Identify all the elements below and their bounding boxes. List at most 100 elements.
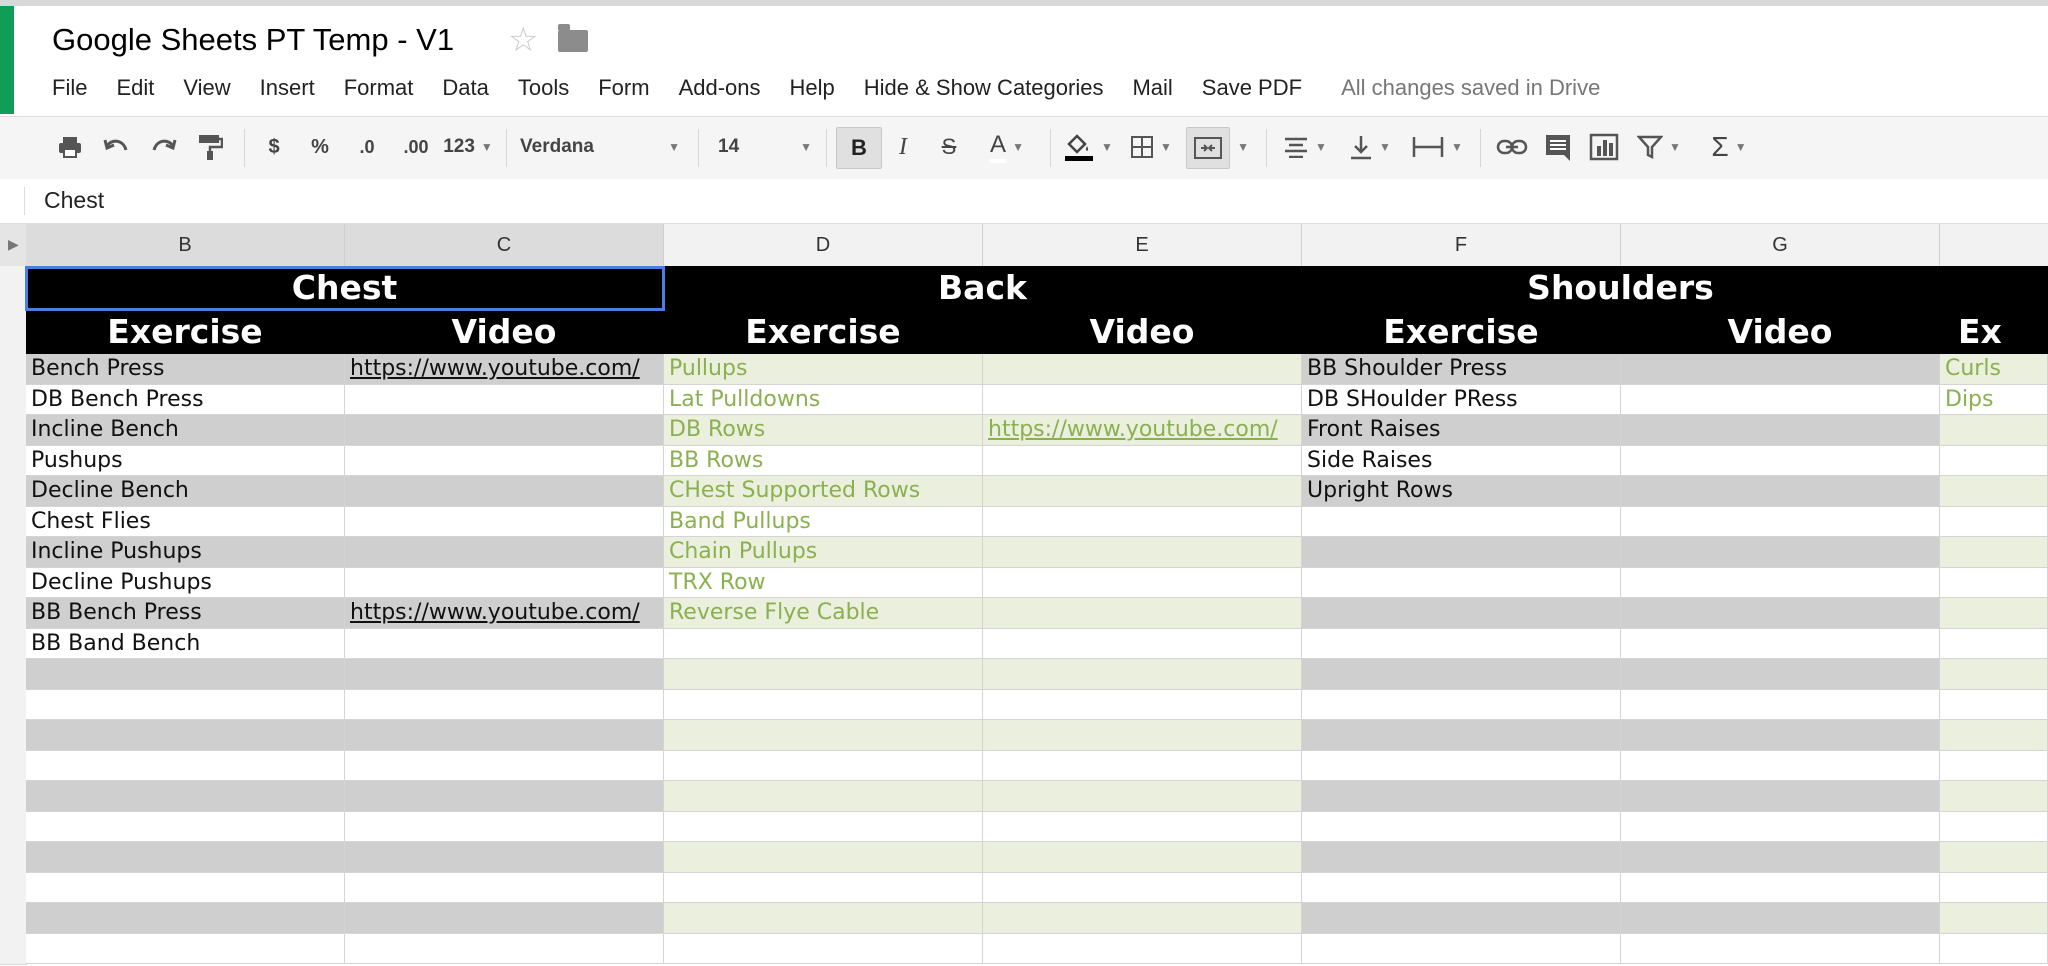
sheets-logo[interactable] <box>0 6 14 114</box>
chest-video-cell[interactable] <box>345 476 664 507</box>
shoulders-video-cell[interactable] <box>1621 933 1940 964</box>
shoulders-video-cell[interactable] <box>1621 659 1940 690</box>
group-header-partial[interactable] <box>1940 266 2048 310</box>
exercise-header[interactable]: Exercise <box>26 310 345 354</box>
partial-exercise-cell[interactable] <box>1940 598 2048 629</box>
chest-video-cell[interactable] <box>345 750 664 781</box>
shoulders-video-cell[interactable] <box>1621 598 1940 629</box>
print-icon[interactable] <box>52 127 88 167</box>
horizontal-align-button[interactable]: ▼ <box>1278 127 1332 167</box>
back-exercise-cell[interactable]: Chain Pullups <box>664 537 983 568</box>
row-header[interactable] <box>0 903 27 935</box>
shoulders-exercise-cell[interactable]: Upright Rows <box>1302 476 1621 507</box>
partial-exercise-cell[interactable] <box>1940 750 2048 781</box>
partial-exercise-cell[interactable] <box>1940 689 2048 720</box>
back-exercise-cell[interactable]: DB Rows <box>664 415 983 446</box>
menu-addons[interactable]: Add-ons <box>679 75 761 101</box>
back-video-cell[interactable] <box>983 933 1302 964</box>
chest-exercise-cell[interactable]: DB Bench Press <box>26 384 345 415</box>
row-header[interactable] <box>0 811 27 843</box>
partial-exercise-cell[interactable] <box>1940 842 2048 873</box>
row-header[interactable] <box>0 628 27 660</box>
menu-save-pdf[interactable]: Save PDF <box>1202 75 1302 101</box>
select-all-corner[interactable]: ▶ <box>0 224 27 266</box>
back-video-cell[interactable] <box>983 842 1302 873</box>
chest-video-cell[interactable] <box>345 659 664 690</box>
back-video-cell[interactable] <box>983 811 1302 842</box>
chest-video-cell[interactable] <box>345 842 664 873</box>
shoulders-video-cell[interactable] <box>1621 415 1940 446</box>
partial-exercise-cell[interactable]: Dips <box>1940 384 2048 415</box>
increase-decimal-button[interactable]: .00 <box>396 127 436 167</box>
row-header[interactable] <box>0 384 27 416</box>
decrease-decimal-button[interactable]: .0 <box>350 127 384 167</box>
text-wrapping-button[interactable]: ▼ <box>1408 127 1466 167</box>
shoulders-exercise-cell[interactable]: Front Raises <box>1302 415 1621 446</box>
back-exercise-cell[interactable]: TRX Row <box>664 567 983 598</box>
chest-exercise-cell[interactable]: Pushups <box>26 445 345 476</box>
chest-video-cell[interactable] <box>345 720 664 751</box>
chest-video-cell[interactable] <box>345 445 664 476</box>
video-header[interactable]: Video <box>1621 310 1940 354</box>
shoulders-video-cell[interactable] <box>1621 720 1940 751</box>
merge-options-dropdown[interactable]: ▼ <box>1232 127 1249 167</box>
chest-video-link[interactable]: https://www.youtube.com/ <box>345 598 664 629</box>
shoulders-exercise-cell[interactable] <box>1302 872 1621 903</box>
shoulders-exercise-cell[interactable] <box>1302 537 1621 568</box>
borders-button[interactable]: ▼ <box>1126 127 1176 167</box>
back-exercise-cell[interactable]: Pullups <box>664 354 983 385</box>
shoulders-video-cell[interactable] <box>1621 567 1940 598</box>
partial-exercise-cell[interactable] <box>1940 781 2048 812</box>
back-video-cell[interactable] <box>983 903 1302 934</box>
chest-exercise-cell[interactable] <box>26 903 345 934</box>
number-format-dropdown[interactable]: 123 ▼ <box>440 127 496 167</box>
group-header-back[interactable]: Back <box>664 266 1302 310</box>
text-color-button[interactable]: A ▼ <box>980 127 1034 167</box>
back-exercise-cell[interactable] <box>664 628 983 659</box>
merge-cells-button[interactable] <box>1186 127 1230 169</box>
document-title[interactable]: Google Sheets PT Temp - V1 <box>52 22 454 58</box>
back-video-cell[interactable] <box>983 659 1302 690</box>
font-family-dropdown[interactable]: Verdana ▼ <box>520 127 680 167</box>
vertical-align-button[interactable]: ▼ <box>1344 127 1396 167</box>
chest-exercise-cell[interactable] <box>26 872 345 903</box>
row-header[interactable] <box>0 933 27 965</box>
shoulders-exercise-cell[interactable] <box>1302 781 1621 812</box>
partial-exercise-cell[interactable] <box>1940 872 2048 903</box>
undo-icon[interactable] <box>98 127 134 167</box>
chest-video-cell[interactable] <box>345 537 664 568</box>
menu-edit[interactable]: Edit <box>116 75 154 101</box>
back-exercise-cell[interactable] <box>664 842 983 873</box>
shoulders-video-cell[interactable] <box>1621 506 1940 537</box>
row-header[interactable] <box>0 689 27 721</box>
chest-exercise-cell[interactable]: Decline Bench <box>26 476 345 507</box>
chest-video-cell[interactable] <box>345 506 664 537</box>
shoulders-exercise-cell[interactable] <box>1302 506 1621 537</box>
row-header[interactable] <box>0 781 27 813</box>
partial-exercise-cell[interactable] <box>1940 933 2048 964</box>
strikethrough-button[interactable]: S <box>934 127 964 167</box>
partial-exercise-cell[interactable] <box>1940 903 2048 934</box>
chest-video-cell[interactable] <box>345 384 664 415</box>
exercise-header[interactable]: Exercise <box>664 310 983 354</box>
chest-exercise-cell[interactable] <box>26 811 345 842</box>
shoulders-exercise-cell[interactable] <box>1302 811 1621 842</box>
formula-input[interactable]: Chest <box>44 187 104 214</box>
font-size-dropdown[interactable]: 14 ▼ <box>718 127 812 167</box>
chest-video-cell[interactable] <box>345 415 664 446</box>
fill-color-button[interactable]: ▼ <box>1060 127 1116 167</box>
back-video-cell[interactable] <box>983 354 1302 385</box>
back-video-cell[interactable] <box>983 598 1302 629</box>
back-exercise-cell[interactable] <box>664 720 983 751</box>
star-icon[interactable]: ☆ <box>508 20 538 60</box>
back-exercise-cell[interactable] <box>664 811 983 842</box>
shoulders-exercise-cell[interactable]: DB SHoulder PRess <box>1302 384 1621 415</box>
partial-exercise-cell[interactable] <box>1940 811 2048 842</box>
back-exercise-cell[interactable] <box>664 903 983 934</box>
shoulders-video-cell[interactable] <box>1621 872 1940 903</box>
insert-chart-icon[interactable] <box>1584 127 1624 167</box>
menu-mail[interactable]: Mail <box>1132 75 1172 101</box>
column-header-e[interactable]: E <box>983 224 1302 266</box>
italic-button[interactable]: I <box>888 127 918 167</box>
shoulders-exercise-cell[interactable] <box>1302 567 1621 598</box>
